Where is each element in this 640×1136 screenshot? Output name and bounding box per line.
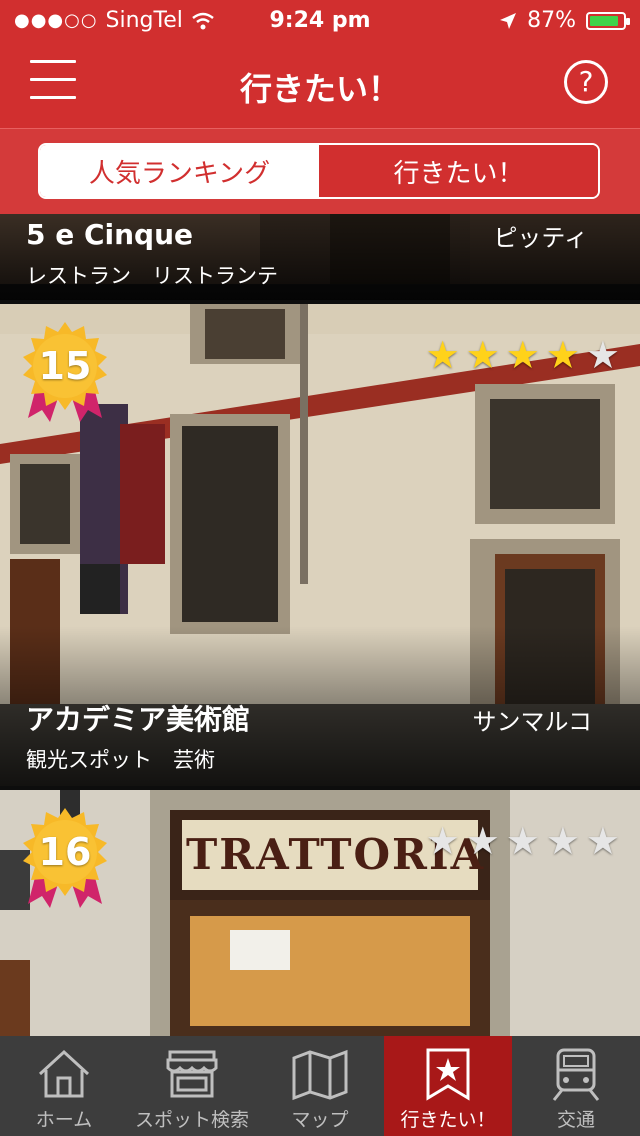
segment-want-to-go[interactable]: 行きたい！ — [319, 145, 598, 197]
star-icon: ★ — [585, 333, 620, 377]
battery-icon — [586, 11, 630, 30]
spot-name: 5 e Cinque — [26, 218, 194, 251]
help-icon[interactable]: ? — [564, 60, 608, 104]
tab-label: スポット検索 — [134, 1109, 249, 1131]
spot-category: レストラン リストランテ — [26, 264, 278, 288]
location-arrow-icon — [500, 12, 517, 29]
spot-list: 5 e Cinque ピッティ レストラン リストランテ 15 ★ ★ ★ ★ … — [0, 214, 640, 1036]
spot-category: 観光スポット 芸術 — [26, 748, 215, 772]
star-icon: ★ — [545, 819, 580, 863]
rank-badge: 16 — [20, 806, 110, 916]
tab-transport[interactable]: 交通 — [512, 1036, 640, 1136]
star-icon: ★ — [505, 333, 540, 377]
tab-spot-search[interactable]: スポット検索 — [128, 1036, 256, 1136]
star-icon: ★ — [465, 819, 500, 863]
spot-name: アカデミア美術館 — [26, 703, 251, 736]
storefront-icon — [166, 1050, 218, 1098]
segment-bar: 人気ランキング 行きたい！ — [0, 128, 640, 215]
spot-area: ピッティ — [493, 224, 588, 252]
segment-popular-ranking[interactable]: 人気ランキング — [40, 145, 319, 197]
star-icon: ★ — [505, 819, 540, 863]
star-icon: ★ — [465, 333, 500, 377]
bookmark-star-icon — [426, 1048, 470, 1101]
list-item[interactable]: 15 ★ ★ ★ ★ ★ アカデミア美術館 サンマルコ 観光スポット 芸術 — [0, 304, 640, 786]
train-icon — [552, 1048, 600, 1101]
rating-stars: ★ ★ ★ ★ ★ — [426, 336, 620, 374]
map-icon — [292, 1049, 348, 1101]
tab-want-to-go[interactable]: 行きたい！ — [384, 1036, 512, 1136]
star-icon: ★ — [425, 819, 460, 863]
rank-number: 15 — [38, 344, 92, 388]
tab-label: ホーム — [35, 1109, 93, 1131]
tab-label: 交通 — [556, 1109, 595, 1131]
status-bar: ●●●○○ SingTel 9:24 pm 87% — [0, 0, 640, 40]
star-icon: ★ — [425, 333, 460, 377]
page-title: 行きたい！ — [239, 70, 400, 108]
rank-badge: 15 — [20, 320, 110, 430]
status-right: 87% — [499, 8, 630, 33]
tab-label: マップ — [291, 1109, 349, 1131]
segmented-control: 人気ランキング 行きたい！ — [38, 143, 600, 199]
star-icon: ★ — [585, 819, 620, 863]
tab-label: 行きたい！ — [400, 1109, 496, 1131]
rating-stars: ★ ★ ★ ★ ★ — [426, 822, 620, 860]
tab-map[interactable]: マップ — [256, 1036, 384, 1136]
battery-percent: 87% — [527, 8, 576, 33]
home-icon — [38, 1049, 90, 1098]
list-item[interactable]: TRATTORIA 16 ★ ★ ★ ★ ★ — [0, 790, 640, 1036]
list-item[interactable]: 5 e Cinque ピッティ レストラン リストランテ — [0, 214, 640, 300]
spot-area: サンマルコ — [472, 708, 592, 736]
tab-home[interactable]: ホーム — [0, 1036, 128, 1136]
battery-level — [590, 15, 618, 26]
navigation-bar: 行きたい！ ? — [0, 40, 640, 128]
star-icon: ★ — [545, 333, 580, 377]
tab-bar: ホーム スポット検索 マップ 行きたい！ 交通 — [0, 1036, 640, 1136]
rank-number: 16 — [38, 830, 92, 874]
